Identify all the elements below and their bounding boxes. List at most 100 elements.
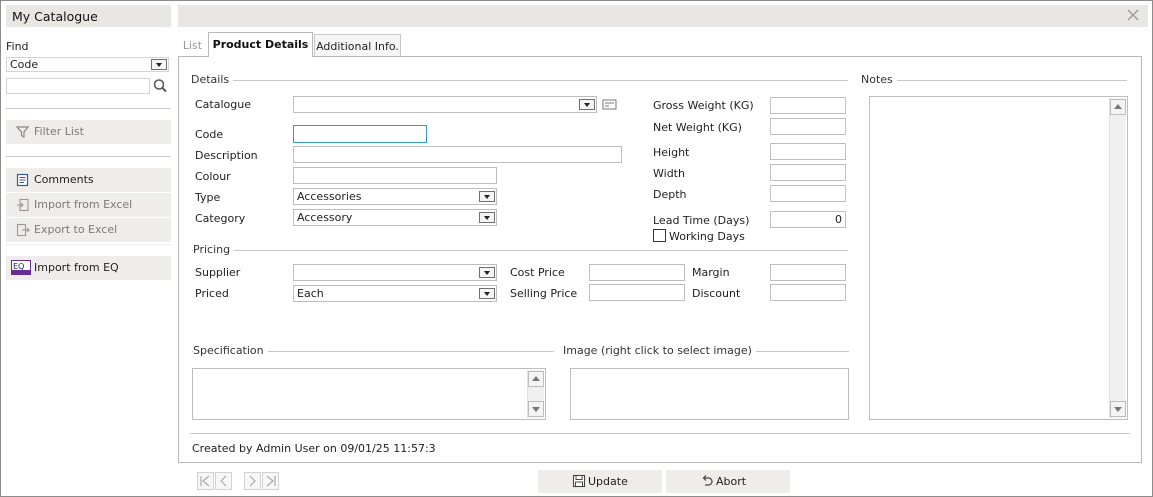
- find-field-value: Code: [10, 58, 39, 71]
- import-eq-button[interactable]: EQ Import from EQ: [6, 256, 171, 280]
- abort-label: Abort: [716, 475, 747, 488]
- code-label: Code: [195, 128, 224, 141]
- cost-price-label: Cost Price: [510, 266, 565, 279]
- image-section-title: Image (right click to select image): [563, 344, 756, 357]
- image-box[interactable]: [570, 368, 849, 420]
- discount-label: Discount: [692, 287, 741, 300]
- category-label: Category: [195, 212, 246, 225]
- type-value: Accessories: [297, 190, 362, 203]
- selling-price-label: Selling Price: [510, 287, 578, 300]
- scroll-down-icon[interactable]: [1110, 401, 1126, 417]
- filter-list-button[interactable]: Filter List: [6, 120, 171, 144]
- colour-input[interactable]: [293, 167, 497, 184]
- specification-section-title: Specification: [193, 344, 268, 357]
- notes-section-title: Notes: [861, 73, 897, 86]
- previous-record-icon[interactable]: [215, 472, 232, 490]
- close-icon[interactable]: [1126, 8, 1140, 22]
- export-excel-button[interactable]: Export to Excel: [6, 218, 171, 242]
- priced-label: Priced: [195, 287, 229, 300]
- scroll-up-icon[interactable]: [528, 371, 544, 387]
- find-field-select[interactable]: Code: [6, 57, 169, 72]
- last-record-icon[interactable]: [262, 472, 279, 490]
- priced-value: Each: [297, 287, 324, 300]
- catalogue-select[interactable]: [293, 96, 597, 113]
- update-label: Update: [588, 475, 628, 488]
- comments-button[interactable]: Comments: [6, 168, 171, 192]
- depth-input[interactable]: [770, 185, 846, 202]
- category-select[interactable]: Accessory: [293, 209, 497, 226]
- pricing-divider: [192, 250, 848, 251]
- chevron-down-icon[interactable]: [479, 267, 495, 278]
- width-input[interactable]: [770, 164, 846, 181]
- margin-input[interactable]: [770, 264, 846, 281]
- divider: [6, 156, 171, 157]
- save-icon: [572, 474, 586, 488]
- scroll-up-icon[interactable]: [1110, 99, 1126, 115]
- comments-label: Comments: [34, 173, 94, 186]
- footer-divider: [190, 433, 1130, 434]
- colour-label: Colour: [195, 170, 231, 183]
- chevron-down-icon[interactable]: [479, 191, 495, 202]
- import-icon: [16, 198, 30, 212]
- net-weight-input[interactable]: [770, 118, 846, 135]
- first-record-icon[interactable]: [197, 472, 214, 490]
- gross-weight-label: Gross Weight (KG): [653, 99, 754, 112]
- divider: [6, 244, 171, 245]
- type-select[interactable]: Accessories: [293, 188, 497, 205]
- specification-textarea[interactable]: [192, 368, 546, 420]
- height-input[interactable]: [770, 143, 846, 160]
- selling-price-input[interactable]: [589, 284, 685, 301]
- gross-weight-input[interactable]: [770, 97, 846, 114]
- details-divider: [192, 80, 848, 81]
- find-label: Find: [6, 40, 29, 53]
- panel-title: My Catalogue: [6, 5, 171, 27]
- description-input[interactable]: [293, 146, 622, 163]
- working-days-label: Working Days: [669, 230, 745, 243]
- discount-input[interactable]: [770, 284, 846, 301]
- chevron-down-icon[interactable]: [579, 99, 595, 110]
- working-days-checkbox[interactable]: [653, 229, 666, 242]
- type-label: Type: [195, 191, 221, 204]
- description-label: Description: [195, 149, 258, 162]
- lead-time-label: Lead Time (Days): [653, 214, 750, 227]
- category-value: Accessory: [297, 211, 353, 224]
- margin-label: Margin: [692, 266, 730, 279]
- details-section-title: Details: [191, 73, 234, 86]
- import-excel-label: Import from Excel: [34, 198, 133, 211]
- tab-product-details[interactable]: Product Details: [208, 32, 313, 57]
- tab-additional-info[interactable]: Additional Info.: [314, 34, 401, 56]
- export-icon: [16, 223, 30, 237]
- scroll-down-icon[interactable]: [528, 401, 544, 417]
- search-icon[interactable]: [151, 78, 170, 94]
- width-label: Width: [653, 167, 685, 180]
- cost-price-input[interactable]: [589, 264, 685, 281]
- filter-list-label: Filter List: [34, 125, 84, 138]
- chevron-down-icon[interactable]: [479, 212, 495, 223]
- divider: [6, 108, 171, 109]
- chevron-down-icon[interactable]: [151, 59, 167, 70]
- code-input[interactable]: [293, 125, 427, 143]
- depth-label: Depth: [653, 188, 687, 201]
- funnel-icon: [15, 125, 30, 139]
- chevron-down-icon[interactable]: [479, 288, 495, 299]
- notes-divider: [862, 80, 1127, 81]
- notes-scrollbar[interactable]: [1109, 98, 1126, 418]
- abort-button[interactable]: Abort: [666, 470, 790, 493]
- supplier-select[interactable]: [293, 264, 497, 281]
- export-excel-label: Export to Excel: [34, 223, 118, 236]
- priced-select[interactable]: Each: [293, 285, 497, 302]
- tab-list[interactable]: List: [178, 34, 207, 56]
- height-label: Height: [653, 146, 690, 159]
- svg-text:EQ: EQ: [13, 262, 24, 271]
- created-info: Created by Admin User on 09/01/25 11:57:…: [192, 442, 436, 455]
- comments-icon: [16, 173, 30, 187]
- lead-time-input[interactable]: 0: [770, 211, 846, 228]
- notes-textarea[interactable]: [869, 96, 1128, 420]
- catalogue-label: Catalogue: [195, 98, 251, 111]
- specification-scrollbar[interactable]: [527, 370, 544, 418]
- search-input[interactable]: [6, 78, 150, 94]
- import-excel-button[interactable]: Import from Excel: [6, 193, 171, 217]
- update-button[interactable]: Update: [538, 470, 662, 493]
- next-record-icon[interactable]: [244, 472, 261, 490]
- catalogue-list-icon[interactable]: [602, 98, 618, 111]
